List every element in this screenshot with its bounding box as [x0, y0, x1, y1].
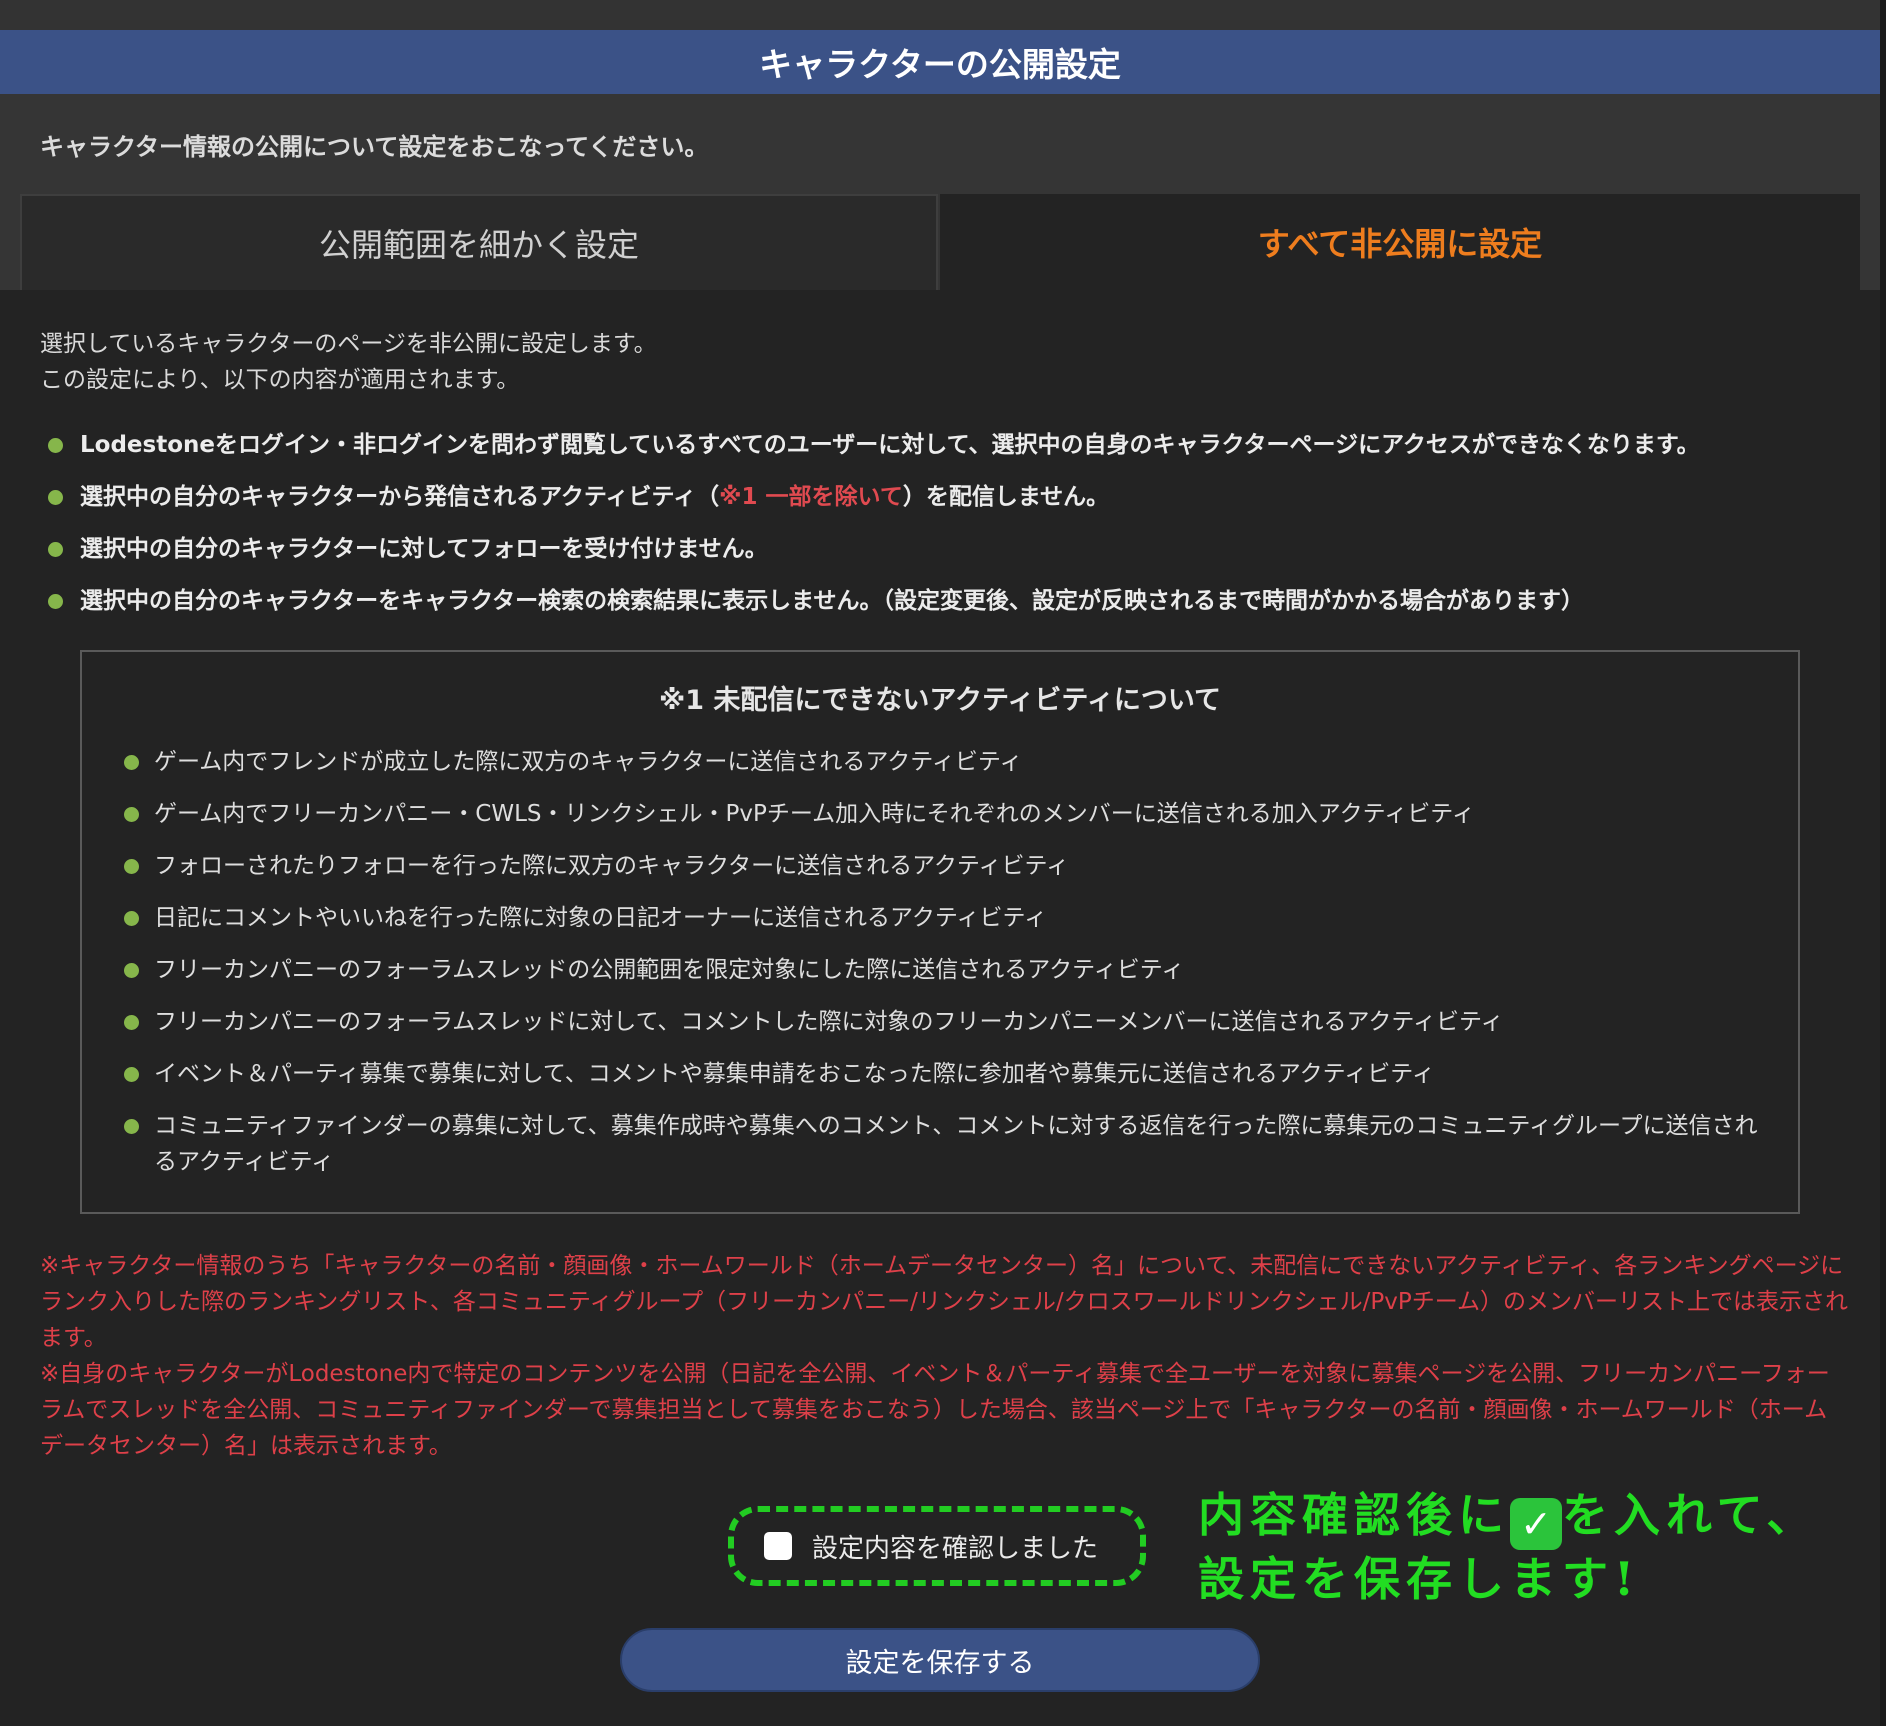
bullet-dot-icon	[124, 1119, 139, 1134]
lead-text: キャラクター情報の公開について設定をおこなってください。	[40, 133, 709, 161]
page-title: キャラクターの公開設定	[759, 45, 1121, 84]
footnote-box: ※1 未配信にできないアクティビティについて ゲーム内でフレンドが成立した際に双…	[80, 650, 1800, 1214]
confirm-label: 設定内容を確認しました	[812, 1533, 1099, 1564]
bullet-dot-icon	[48, 490, 63, 505]
scrollbar[interactable]	[1880, 0, 1886, 1726]
list-item: ゲーム内でフリーカンパニー・CWLS・リンクシェル・PvPチーム加入時にそれぞれ…	[122, 796, 1762, 832]
list-item: コミュニティファインダーの募集に対して、募集作成時や募集へのコメント、コメントに…	[122, 1108, 1762, 1180]
bullet-dot-icon	[48, 438, 63, 453]
list-item: 選択中の自分のキャラクターに対してフォローを受け付けません。	[46, 530, 1856, 582]
annotation-line: 内容確認後に ✓ を入れて、	[1198, 1486, 1858, 1550]
list-item-text: ）を配信しません。	[902, 484, 1110, 510]
annotation-line: 設定を保存します!	[1198, 1552, 1641, 1606]
bullet-dot-icon	[124, 1067, 139, 1082]
tab-all-private-label: すべて非公開に設定	[1257, 225, 1543, 263]
confirm-checkbox[interactable]	[764, 1532, 792, 1560]
footnote-title: ※1 未配信にできないアクティビティについて	[658, 685, 1222, 716]
bullet-dot-icon	[48, 542, 63, 557]
footnote-link[interactable]: ※1 一部を除いて	[719, 484, 903, 510]
annotation-text: を入れて、	[1562, 1488, 1819, 1542]
list-item: 選択中の自分のキャラクターから発信されるアクティビティ（※1 一部を除いて）を配…	[46, 478, 1856, 530]
intro-line: 選択しているキャラクターのページを非公開に設定します。	[40, 331, 657, 357]
top-strip	[0, 0, 1886, 30]
list-item: 日記にコメントやいいねを行った際に対象の日記オーナーに送信されるアクティビティ	[122, 900, 1762, 936]
list-item: フリーカンパニーのフォーラムスレッドに対して、コメントした際に対象のフリーカンパ…	[122, 1004, 1762, 1040]
list-item-text: ゲーム内でフリーカンパニー・CWLS・リンクシェル・PvPチーム加入時にそれぞれ…	[154, 801, 1475, 827]
footnote-list: ゲーム内でフレンドが成立した際に双方のキャラクターに送信されるアクティビティ ゲ…	[122, 744, 1762, 1196]
list-item-text: コミュニティファインダーの募集に対して、募集作成時や募集へのコメント、コメントに…	[154, 1113, 1758, 1175]
bullet-dot-icon	[124, 859, 139, 874]
list-item-text: 選択中の自分のキャラクターをキャラクター検索の検索結果に表示しません。（設定変更…	[80, 588, 1584, 614]
list-item: ゲーム内でフレンドが成立した際に双方のキャラクターに送信されるアクティビティ	[122, 744, 1762, 780]
tab-fine-settings-label: 公開範囲を細かく設定	[318, 226, 639, 264]
list-item-text: フリーカンパニーのフォーラムスレッドに対して、コメントした際に対象のフリーカンパ…	[154, 1009, 1504, 1035]
page-header: キャラクターの公開設定	[0, 30, 1880, 94]
tab-fine-settings[interactable]: 公開範囲を細かく設定	[20, 194, 938, 290]
bullet-dot-icon	[124, 963, 139, 978]
check-mark-icon: ✓	[1510, 1498, 1562, 1550]
list-item: フォローされたりフォローを行った際に双方のキャラクターに送信されるアクティビティ	[122, 848, 1762, 884]
bullet-dot-icon	[124, 807, 139, 822]
warning-text: ※自身のキャラクターがLodestone内で特定のコンテンツを公開（日記を全公開…	[40, 1361, 1830, 1459]
list-item-text: フォローされたりフォローを行った際に双方のキャラクターに送信されるアクティビティ	[154, 853, 1070, 879]
annotation-text: 内容確認後に	[1198, 1488, 1510, 1542]
list-item: Lodestoneをログイン・非ログインを問わず閲覧しているすべてのユーザーに対…	[46, 426, 1856, 478]
list-item-text: イベント＆パーティ募集で募集に対して、コメントや募集申請をおこなった際に参加者や…	[154, 1061, 1435, 1087]
bullet-dot-icon	[124, 755, 139, 770]
save-settings-label: 設定を保存する	[845, 1647, 1035, 1679]
intro-line: この設定により、以下の内容が適用されます。	[40, 367, 520, 393]
list-item-text: フリーカンパニーのフォーラムスレッドの公開範囲を限定対象にした際に送信されるアク…	[154, 957, 1185, 983]
intro-text: 選択しているキャラクターのページを非公開に設定します。 この設定により、以下の内…	[40, 326, 657, 398]
list-item-text: Lodestoneをログイン・非ログインを問わず閲覧しているすべてのユーザーに対…	[80, 432, 1700, 458]
bullet-dot-icon	[124, 1015, 139, 1030]
list-item: 選択中の自分のキャラクターをキャラクター検索の検索結果に表示しません。（設定変更…	[46, 582, 1856, 634]
list-item-text: 日記にコメントやいいねを行った際に対象の日記オーナーに送信されるアクティビティ	[154, 905, 1048, 931]
list-item: イベント＆パーティ募集で募集に対して、コメントや募集申請をおこなった際に参加者や…	[122, 1056, 1762, 1092]
handwritten-annotation: 内容確認後に ✓ を入れて、 設定を保存します!	[1198, 1486, 1858, 1608]
list-item: フリーカンパニーのフォーラムスレッドの公開範囲を限定対象にした際に送信されるアク…	[122, 952, 1762, 988]
save-settings-button[interactable]: 設定を保存する	[620, 1628, 1260, 1692]
bullet-dot-icon	[48, 594, 63, 609]
list-item-text: 選択中の自分のキャラクターに対してフォローを受け付けません。	[80, 536, 768, 562]
list-item-text: 選択中の自分のキャラクターから発信されるアクティビティ（	[80, 484, 720, 510]
warning-text: ※キャラクター情報のうち「キャラクターの名前・顔画像・ホームワールド（ホームデー…	[40, 1253, 1848, 1351]
warning-notes: ※キャラクター情報のうち「キャラクターの名前・顔画像・ホームワールド（ホームデー…	[40, 1248, 1850, 1464]
bullet-dot-icon	[124, 911, 139, 926]
tab-all-private[interactable]: すべて非公開に設定	[940, 194, 1860, 290]
list-item-text: ゲーム内でフレンドが成立した際に双方のキャラクターに送信されるアクティビティ	[154, 749, 1023, 775]
effects-list: Lodestoneをログイン・非ログインを問わず閲覧しているすべてのユーザーに対…	[46, 426, 1856, 634]
confirm-checkbox-row[interactable]: 設定内容を確認しました	[728, 1506, 1146, 1586]
